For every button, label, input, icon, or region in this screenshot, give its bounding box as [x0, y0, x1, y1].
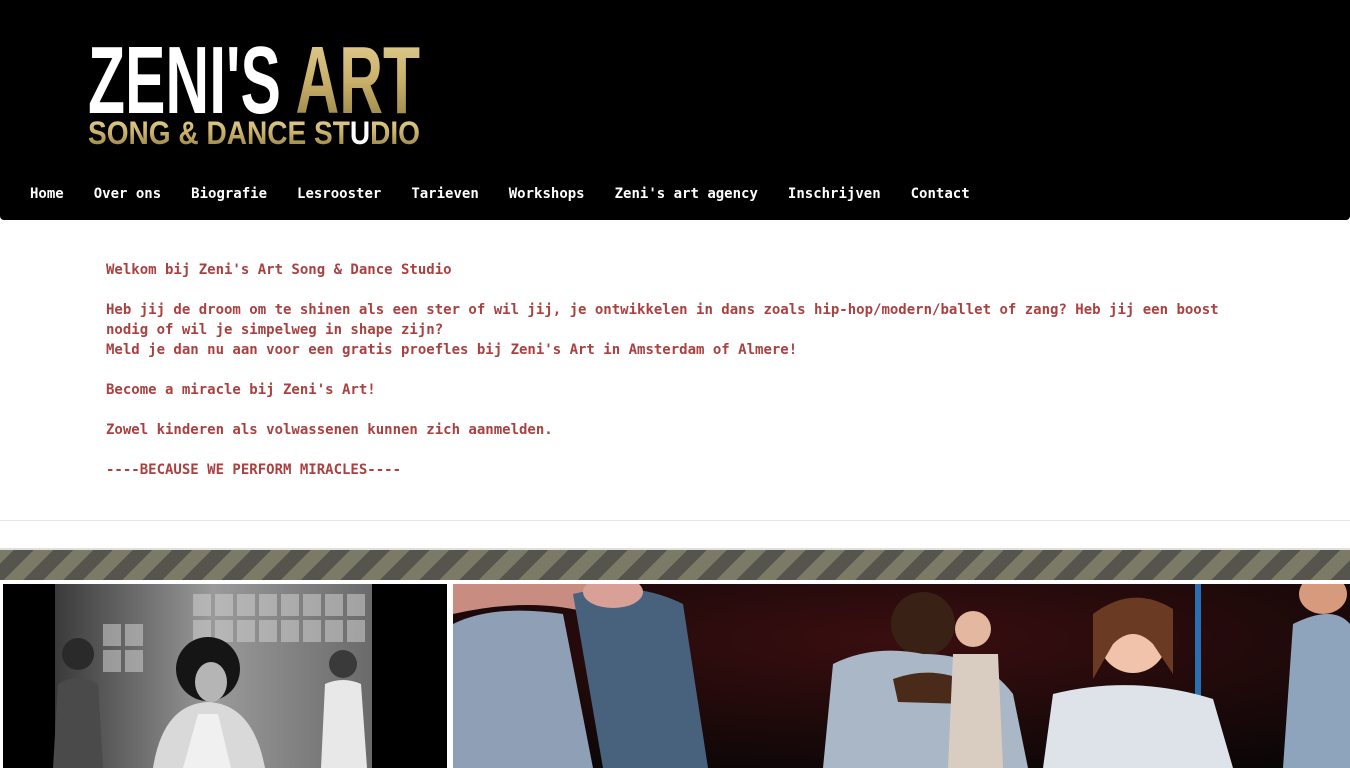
nav-inschrijven[interactable]: Inschrijven [773, 182, 896, 206]
welcome-content: Welkom bij Zeni's Art Song & Dance Studi… [106, 260, 1256, 500]
nav-tarieven[interactable]: Tarieven [396, 182, 493, 206]
site-header: ZENI'S ART SONG & DANCE STUDIO Home Over… [0, 0, 1350, 220]
miracle-text: Become a miracle bij Zeni's Art! [106, 382, 376, 398]
nav-lesrooster[interactable]: Lesrooster [282, 182, 396, 206]
logo-line2-part1: SONG & DANCE ST [88, 115, 350, 150]
logo-line2-part2: DIO [370, 115, 420, 150]
audience-text: Zowel kinderen als volwassenen kunnen zi… [106, 422, 553, 438]
main-nav: Home Over ons Biografie Lesrooster Tarie… [0, 182, 985, 206]
nav-contact[interactable]: Contact [896, 182, 985, 206]
nav-over-ons[interactable]: Over ons [79, 182, 176, 206]
nav-workshops[interactable]: Workshops [494, 182, 600, 206]
nav-biografie[interactable]: Biografie [176, 182, 282, 206]
nav-zenis-art-agency[interactable]: Zeni's art agency [600, 182, 773, 206]
stage-dancers-photo [453, 584, 1350, 768]
hazard-stripe-band [0, 550, 1350, 580]
dance-class-photo [3, 584, 447, 768]
zenis-art-logo[interactable]: ZENI'S ART SONG & DANCE STUDIO [88, 30, 428, 150]
logo-line2-gold: U [350, 115, 370, 150]
nav-home[interactable]: Home [0, 182, 79, 206]
welcome-heading: Welkom bij Zeni's Art Song & Dance Studi… [106, 262, 452, 278]
slogan-text: ----BECAUSE WE PERFORM MIRACLES---- [106, 462, 402, 478]
svg-text:SONG & DANCE STUDIO: SONG & DANCE STUDIO [88, 115, 420, 150]
intro-text: Heb jij de droom om te shinen als een st… [106, 302, 1219, 358]
content-divider [0, 520, 1350, 521]
